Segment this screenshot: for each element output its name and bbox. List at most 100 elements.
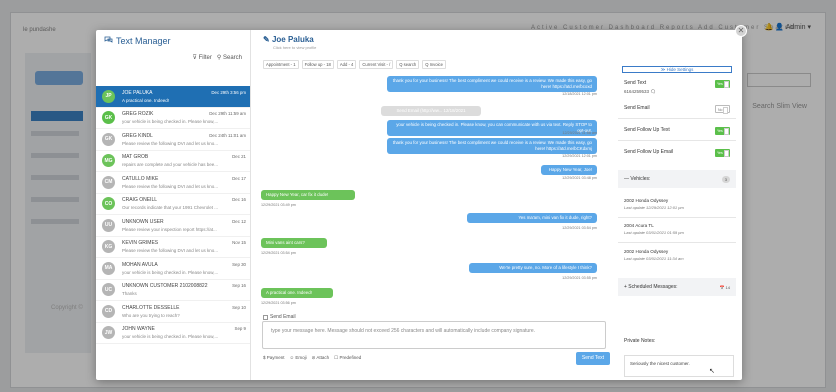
send-text-toggle[interactable]: Yes: [715, 80, 730, 88]
conversation-text: MAT GROB Dec 21 repairs are complete and y…: [122, 154, 246, 167]
conversation-item[interactable]: MG MAT GROB Dec 21 repairs are complete and…: [96, 151, 250, 172]
filter-button[interactable]: ⊽ Filter: [192, 54, 211, 61]
conversation-preview: Thanks: [122, 291, 137, 297]
conversation-panel-header: Text Manager ⊽ Filter ⚲ Search: [96, 30, 250, 86]
message-timestamp: 12/29/2021 03:56 pm: [261, 301, 296, 305]
conversation-item[interactable]: CD CHARLOTTE DESSELLE Sep 10 Who are you tr…: [96, 301, 250, 323]
conversation-meta: MAT GROB Dec 21: [122, 154, 246, 160]
conversation-item[interactable]: UU UNKNOWN USER Dec 12 Please review your i…: [96, 215, 250, 237]
conversation-preview: your vehicle is being checked in. Please…: [122, 334, 219, 340]
conversation-item[interactable]: CM CATULLO MIKE Dec 17 Please review the fo…: [96, 172, 250, 194]
conversation-item[interactable]: GK GREG KINDL Dec 24th 11:01 am Please revi…: [96, 129, 250, 151]
divider: [618, 217, 736, 218]
conversation-meta: CHARLOTTE DESSELLE Sep 10: [122, 305, 246, 311]
avatar: JP: [102, 89, 115, 103]
conversation-preview: Please review your inspection report htt…: [122, 226, 217, 232]
scheduled-messages-header[interactable]: + Scheduled Messages: 📅 14: [618, 278, 736, 296]
outgoing-message: thank you for your business! The best co…: [387, 138, 597, 154]
outgoing-message: Happy New Year, Joe!: [541, 165, 597, 175]
avatar: UC: [102, 283, 115, 297]
send-text-button[interactable]: Send Text: [576, 352, 610, 365]
conversation-preview: repairs are complete and your vehicle ha…: [122, 162, 219, 168]
avatar: CO: [102, 197, 115, 211]
conversation-panel: Text Manager ⊽ Filter ⚲ Search JP JOE PAL…: [96, 30, 251, 380]
contact-tag[interactable]: Q Invoice: [422, 60, 446, 69]
contact-tag[interactable]: Appointment - 1: [263, 60, 299, 69]
divider: [618, 118, 736, 119]
conversation-text: CRAIG ONEILL Dec 16 Our records indicate t…: [122, 197, 246, 210]
avatar: CD: [102, 304, 115, 318]
send-email-option[interactable]: Send Email: [263, 314, 296, 320]
send-email-setting-label: Send Email: [624, 105, 650, 111]
conversation-date: Dec 29th 3:56 pm: [211, 89, 246, 95]
vehicle-name: 2002 Honda Odyssey: [624, 249, 669, 254]
conversation-item[interactable]: KG KEVIN GRIMES Nov 15 Please review the fo…: [96, 237, 250, 258]
contact-name[interactable]: ✎ Joe Paluka: [263, 35, 314, 44]
vehicle-name: 2002 Honda Odyssey: [624, 198, 669, 203]
message-timestamp: 12/29/2021 03:54 pm: [562, 226, 597, 230]
contact-name-text: Joe Paluka: [271, 35, 314, 44]
message-timestamp: 12/29/2021 03:55 pm: [562, 276, 597, 280]
conversation-name: MAT GROB: [122, 154, 149, 161]
conversation-text: GREG KINDL Dec 24th 11:01 am Please review…: [122, 133, 246, 146]
message-tool-button[interactable]: ☐ Predefined: [334, 355, 361, 361]
conversation-item[interactable]: GK GREG ROZIK Dec 29th 11:59 am your vehicl…: [96, 108, 250, 129]
conversation-name: GREG ROZIK: [122, 111, 154, 118]
followup-text-toggle[interactable]: Yes: [715, 127, 730, 135]
conversation-date: Dec 24th 11:01 am: [209, 132, 246, 138]
conversation-date: Dec 16: [232, 197, 246, 203]
edit-icon: ✎: [263, 35, 270, 44]
conversation-item[interactable]: MA MOHAN AVULA Sep 30 your vehicle is being…: [96, 258, 250, 280]
send-email-toggle[interactable]: No: [715, 105, 730, 114]
chat-bubble-icon: 🗨: [650, 89, 657, 94]
message-timestamp: 12/29/2021 03:48 pm: [562, 176, 597, 180]
vehicle-item: 2002 Honda Odyssey Last update 03/01/2021…: [624, 249, 684, 261]
contact-subtitle[interactable]: Click here to view profile: [273, 45, 316, 50]
message-input[interactable]: type your message here. Message should n…: [262, 321, 606, 349]
private-notes-input[interactable]: Seriously the nicest customer.: [624, 355, 734, 377]
conversation-item[interactable]: CO CRAIG ONEILL Dec 16 Our records indicate…: [96, 194, 250, 215]
conversation-name: CHARLOTTE DESSELLE: [122, 304, 180, 311]
followup-email-toggle[interactable]: Yes: [715, 149, 730, 157]
conversation-name: KEVIN GRIMES: [122, 240, 159, 247]
scheduled-count-text: 14: [725, 284, 730, 290]
search-button[interactable]: ⚲ Search: [217, 54, 242, 61]
message-thread[interactable]: thank you for your business! The best co…: [261, 76, 601, 306]
conversation-text: GREG ROZIK Dec 29th 11:59 am your vehicle …: [122, 111, 246, 124]
message-tool-button[interactable]: ☺ Emoji: [290, 355, 307, 361]
message-tools: $ Payment ☺ Emoji ⊘ Attach ☐ Predefined: [263, 355, 361, 361]
close-button[interactable]: ✕: [735, 25, 747, 37]
conversation-name: UNKNOWN USER: [122, 218, 164, 225]
contact-tag[interactable]: Q search: [396, 60, 420, 69]
conversation-item[interactable]: JP JOE PALUKA Dec 29th 3:56 pm A practical …: [96, 86, 250, 108]
conversation-name: JOHN WAYNE: [122, 326, 155, 333]
contact-tag[interactable]: Follow up - 18: [301, 60, 334, 69]
conversation-preview: Our records indicate that your 1991 Chev…: [122, 205, 219, 211]
conversation-preview: Please review the following DVI and let …: [122, 140, 219, 146]
message-tool-button[interactable]: $ Payment: [263, 355, 285, 361]
conversation-date: Sep 30: [232, 261, 246, 267]
contact-tag[interactable]: Current Visit - /: [359, 60, 394, 69]
conversation-preview: Please review the following DVI and let …: [122, 248, 219, 254]
vehicle-update: Last update 03/01/2021 11:34 am: [624, 256, 684, 261]
conversation-item[interactable]: JW JOHN WAYNE Sep 9 your vehicle is being c…: [96, 323, 250, 344]
vehicle-name: 2004 Acura TL: [624, 223, 654, 228]
vehicles-section-header[interactable]: — Vehicles: 3: [618, 170, 736, 188]
hide-settings-button[interactable]: ≫ Hide Settings: [622, 66, 732, 73]
conversation-name: CRAIG ONEILL: [122, 197, 158, 204]
conversation-meta: CRAIG ONEILL Dec 16: [122, 197, 246, 203]
conversation-text: KEVIN GRIMES Nov 15 Please review the foll…: [122, 240, 246, 253]
outgoing-message: We're pretty sure, no. More of a lifesty…: [469, 263, 597, 273]
contact-phone-text: 6164259533: [624, 89, 650, 94]
vehicle-update: Last update 12/29/2021 12:01 pm: [624, 205, 684, 210]
conversation-meta: JOE PALUKA Dec 29th 3:56 pm: [122, 90, 246, 96]
close-icon: ✕: [737, 26, 745, 35]
conversation-text: UNKNOWN CUSTOMER 2102008822 Sep 16 Thanks: [122, 283, 246, 296]
vehicle-item: 2002 Honda Odyssey Last update 12/29/2021…: [624, 198, 684, 210]
send-email-checkbox[interactable]: [263, 314, 268, 320]
contact-tag[interactable]: Add - 4: [336, 60, 357, 69]
conversation-item[interactable]: UC UNKNOWN CUSTOMER 2102008822 Sep 16 Thank…: [96, 280, 250, 301]
conversation-date: Dec 21: [232, 154, 246, 160]
send-text-setting-label: Send Text: [624, 80, 647, 86]
message-tool-button[interactable]: ⊘ Attach: [312, 355, 330, 361]
